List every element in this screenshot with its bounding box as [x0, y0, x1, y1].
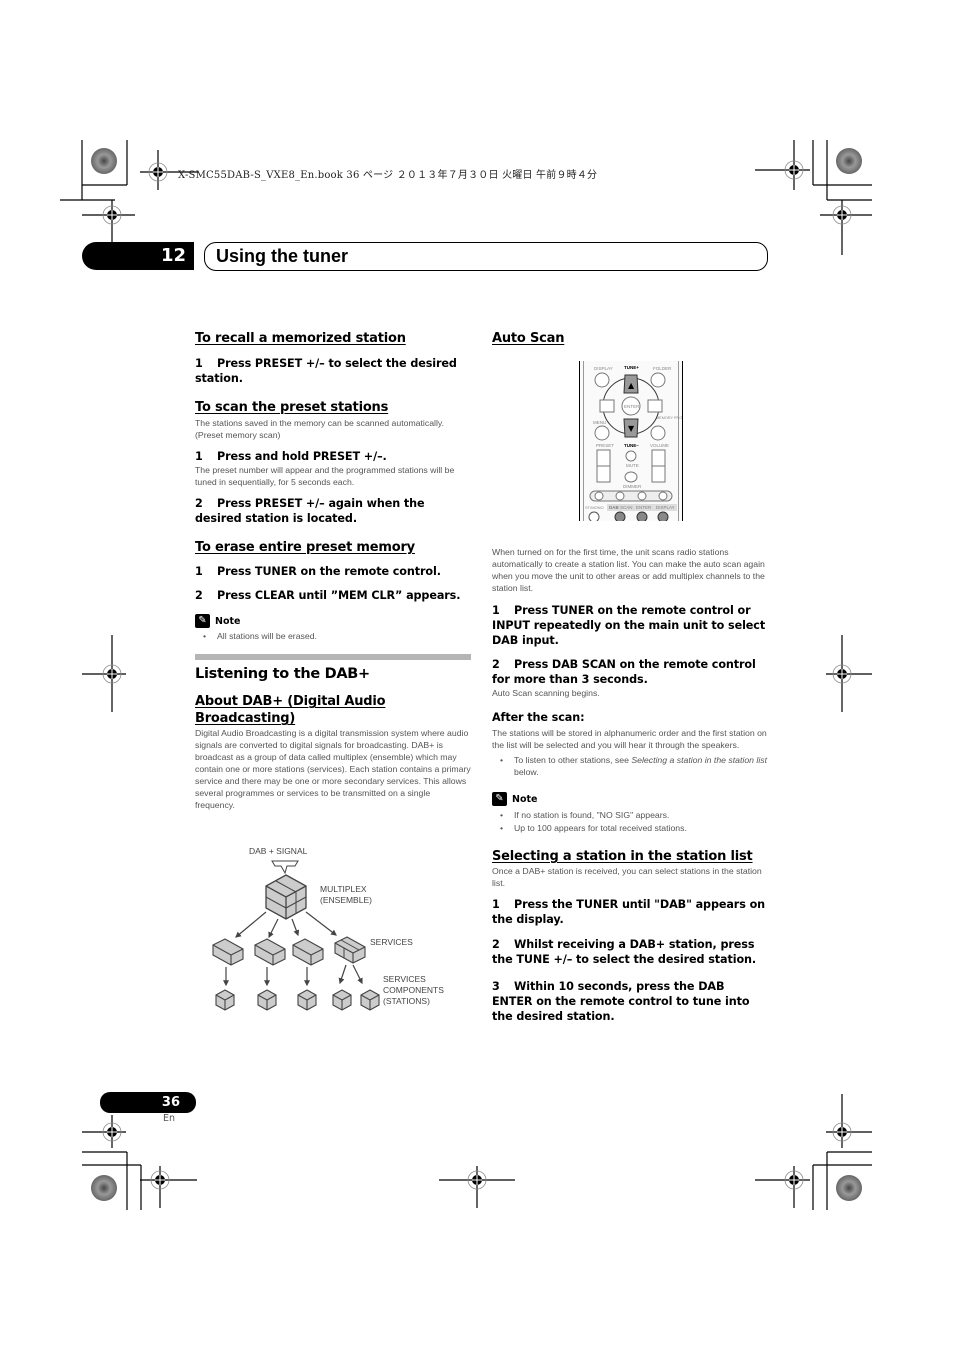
note-pencil-icon: ✎	[195, 614, 210, 628]
color-target-top-right	[836, 148, 862, 174]
page-language: En	[163, 1113, 176, 1124]
dab-structure-diagram	[212, 860, 380, 1011]
service-block	[212, 938, 244, 966]
recall-step-1: 1 Press PRESET +/– to select the desired …	[195, 357, 457, 385]
scan-preset-intro: The stations saved in the memory can be …	[195, 418, 445, 440]
note-item: All stations will be erased.	[195, 630, 471, 642]
after-scan-heading: After the scan:	[492, 711, 585, 724]
component-cube	[360, 989, 380, 1011]
remote-label-mute: MUTE	[626, 463, 639, 468]
note-item: If no station is found, "NO SIG" appears…	[492, 809, 768, 821]
heading-recall-station: To recall a memorized station	[195, 331, 406, 346]
section-divider	[195, 654, 471, 660]
service-block-split	[334, 936, 366, 964]
erase-step-2: 2 Press CLEAR until ”MEM CLR” appears.	[195, 589, 461, 602]
about-dab-text: Digital Audio Broadcasting is a digital …	[195, 728, 471, 810]
remote-label-volume: VOLUME	[650, 443, 669, 448]
service-block	[254, 938, 286, 966]
signal-arrow	[271, 860, 299, 875]
select-step-3: 3 Within 10 seconds, press the DAB ENTER …	[492, 980, 750, 1023]
print-crop-marks	[60, 140, 872, 1210]
note-header: ✎ Note	[492, 792, 768, 806]
dab-enter-button	[636, 511, 648, 521]
scan-step-1: 1 Press and hold PRESET +/–.	[195, 450, 387, 463]
select-step-1: 1 Press the TUNER until "DAB" appears on …	[492, 898, 766, 926]
service-block	[292, 938, 324, 966]
scan-step-1-detail: The preset number will appear and the pr…	[195, 465, 455, 487]
after-scan-text: The stations will be stored in alphanume…	[492, 728, 767, 750]
auto-scan-step-1: 1 Press TUNER on the remote control or IN…	[492, 604, 766, 647]
remote-control-illustration: DISPLAY TUNE+ FOLDER MENU MEMORY PROGRAM…	[579, 361, 683, 521]
component-cube	[297, 989, 317, 1011]
remote-label-folder: FOLDER	[653, 366, 672, 371]
after-scan-bullet: To listen to other stations, see Selecti…	[492, 754, 768, 778]
remote-label-st-mono: ST/MONO	[585, 505, 604, 510]
auto-scan-step-2-detail: Auto Scan scanning begins.	[492, 688, 600, 698]
select-station-intro: Once a DAB+ station is received, you can…	[492, 866, 762, 888]
remote-label-tune-plus: TUNE+	[624, 365, 639, 370]
erase-step-1: 1 Press TUNER on the remote control.	[195, 565, 441, 578]
heading-select-station: Selecting a station in the station list	[492, 849, 753, 864]
auto-scan-step-2: 2 Press DAB SCAN on the remote control fo…	[492, 658, 756, 686]
remote-label-tune-minus: TUNE–	[624, 443, 639, 448]
chapter-number: 12	[160, 245, 186, 266]
print-book-line: X-SMC55DAB-S_VXE8_En.book 36 ページ ２０１３年７月…	[178, 170, 598, 181]
heading-erase-memory: To erase entire preset memory	[195, 540, 415, 555]
heading-about-dab: About DAB+ (Digital Audio Broadcasting)	[195, 694, 386, 726]
color-target-bottom-left	[91, 1175, 117, 1201]
auto-scan-intro: When turned on for the first time, the u…	[492, 547, 765, 593]
multiplex-cube	[265, 874, 307, 920]
component-cube	[257, 989, 277, 1011]
remote-label-memory: MEMORY PROGRAM	[656, 416, 682, 420]
component-cube	[332, 989, 352, 1011]
svg-text:▲: ▲	[628, 381, 635, 390]
scan-step-2: 2 Press PRESET +/– again when the desired…	[195, 497, 425, 525]
right-column: When turned on for the first time, the u…	[492, 546, 768, 1024]
remote-label-enter-center: ENTER	[624, 404, 640, 409]
remote-label-preset: PRESET	[596, 443, 614, 448]
page-number: 36	[161, 1095, 180, 1110]
svg-text:▼: ▼	[628, 424, 635, 433]
left-column: To recall a memorized station 1 Press PRE…	[195, 330, 471, 811]
chapter-title: Using the tuner	[216, 246, 349, 266]
remote-label-dimmer: DIMMER	[623, 484, 642, 489]
note-pencil-icon: ✎	[492, 792, 507, 806]
dab-scan-button	[614, 511, 626, 521]
note-header: ✎ Note	[195, 614, 471, 628]
remote-label-menu: MENU	[593, 420, 606, 425]
station-list-link: Selecting a station in the station list	[631, 755, 768, 765]
remote-label-display: DISPLAY	[594, 366, 613, 371]
crop-mark-top-left	[60, 140, 128, 201]
heading-listening-dab: Listening to the DAB+	[195, 666, 370, 682]
heading-scan-preset: To scan the preset stations	[195, 400, 389, 415]
note-item: Up to 100 appears for total received sta…	[492, 822, 768, 834]
component-cube	[215, 989, 235, 1011]
color-target-bottom-right	[836, 1175, 862, 1201]
dab-display-button	[657, 511, 669, 521]
color-target-top-left	[91, 148, 117, 174]
select-step-2: 2 Whilst receiving a DAB+ station, press …	[492, 938, 757, 966]
heading-auto-scan: Auto Scan	[492, 331, 565, 346]
